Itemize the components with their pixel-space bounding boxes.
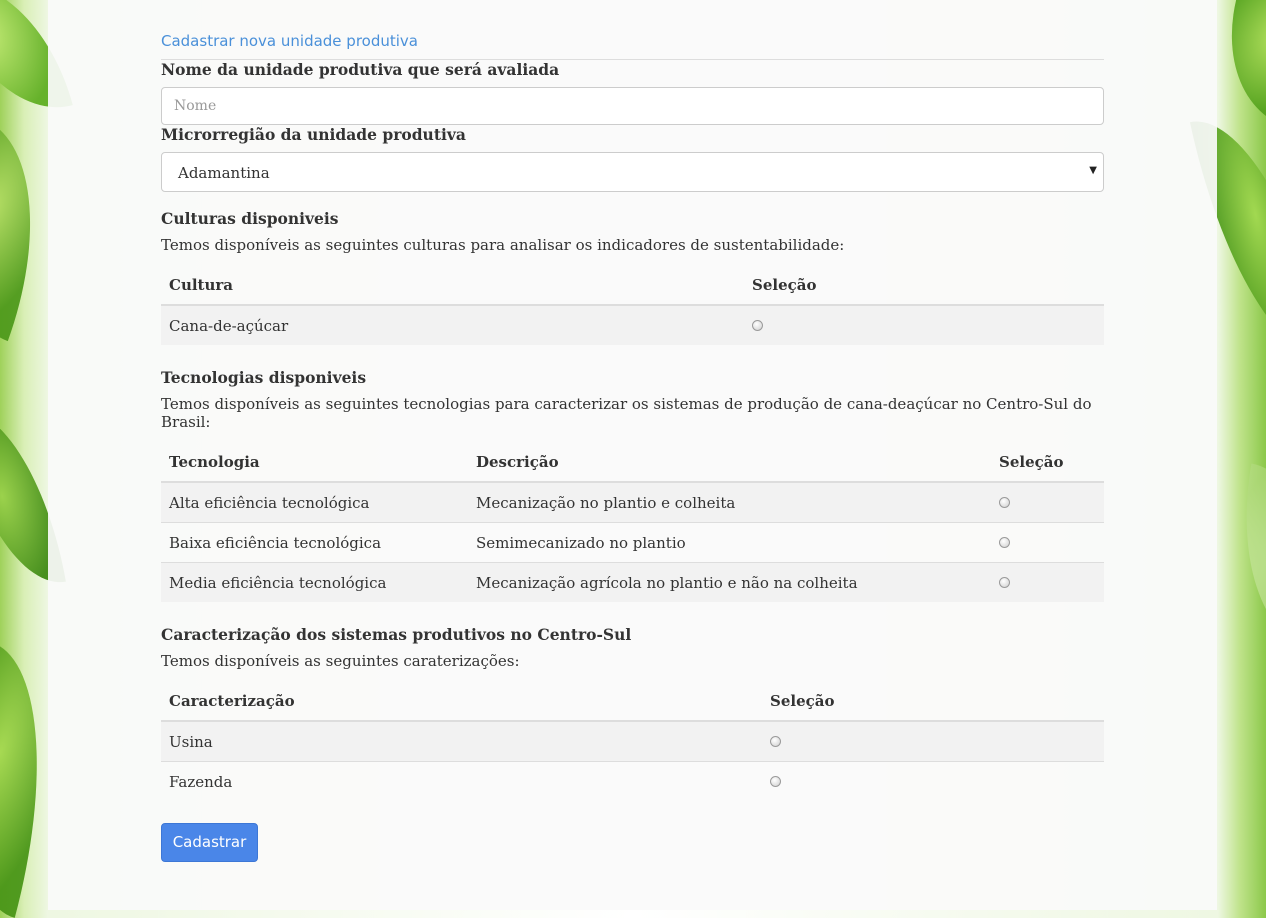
main-container: Cadastrar nova unidade produtiva Nome da… [48,0,1217,910]
selection-cell [991,522,1104,563]
table-header-row: Tecnologia Descrição Seleção [161,443,1104,483]
technologies-description: Temos disponíveis as seguintes tecnologi… [161,395,1092,431]
table-header-row: Cultura Seleção [161,266,1104,306]
selection-cell [991,562,1104,602]
microregion-selected-value: Adamantina [178,164,270,182]
characterization-title: Caracterização dos sistemas produtivos n… [161,625,632,644]
technologies-table: Tecnologia Descrição Seleção Alta eficiê… [161,443,1104,602]
column-header-characterization: Caracterização [161,682,762,722]
characterization-radio[interactable] [770,775,781,787]
characterization-section: Caracterização dos sistemas produtivos n… [161,625,1104,801]
characterization-description: Temos disponíveis as seguintes carateriz… [161,652,520,670]
microregion-label: Microrregião da unidade produtiva [161,125,466,144]
microregion-select[interactable]: Adamantina ▼ [161,152,1104,192]
cultures-section: Culturas disponiveis Temos disponíveis a… [161,209,1104,345]
table-row: Cana-de-açúcar [161,305,1104,345]
technology-cell: Alta eficiência tecnológica [161,482,468,523]
selection-cell [744,305,1104,345]
submit-button[interactable]: Cadastrar [161,823,258,862]
table-row: Fazenda [161,761,1104,801]
characterization-cell: Usina [161,721,762,762]
table-row: Baixa eficiência tecnológica Semimecaniz… [161,522,1104,563]
selection-cell [991,482,1104,523]
description-cell: Semimecanizado no plantio [468,522,991,563]
cultures-title: Culturas disponiveis [161,209,339,228]
characterization-radio[interactable] [770,735,781,747]
technologies-section: Tecnologias disponiveis Temos disponívei… [161,368,1104,602]
technology-radio[interactable] [999,576,1010,588]
table-row: Alta eficiência tecnológica Mecanização … [161,482,1104,523]
column-header-selection: Seleção [991,443,1104,483]
selection-cell [762,761,1104,801]
culture-radio[interactable] [752,319,763,331]
culture-cell: Cana-de-açúcar [161,305,744,345]
technologies-title: Tecnologias disponiveis [161,368,367,387]
cultures-description: Temos disponíveis as seguintes culturas … [161,236,845,254]
column-header-technology: Tecnologia [161,443,468,483]
technology-radio[interactable] [999,496,1010,508]
description-cell: Mecanização no plantio e colheita [468,482,991,523]
column-header-selection: Seleção [762,682,1104,722]
characterization-cell: Fazenda [161,761,762,801]
characterization-table: Caracterização Seleção Usina Fazenda [161,682,1104,801]
technology-cell: Baixa eficiência tecnológica [161,522,468,563]
table-header-row: Caracterização Seleção [161,682,1104,722]
table-row: Usina [161,721,1104,762]
column-header-selection: Seleção [744,266,1104,306]
selection-cell [762,721,1104,762]
technology-radio[interactable] [999,536,1010,548]
leaf-decoration [1221,463,1266,647]
form-content: Cadastrar nova unidade produtiva Nome da… [161,0,1104,862]
column-header-description: Descrição [468,443,991,483]
table-row: Media eficiência tecnológica Mecanização… [161,562,1104,602]
page-title: Cadastrar nova unidade produtiva [161,31,1104,60]
name-field-label: Nome da unidade produtiva que será avali… [161,60,560,79]
description-cell: Mecanização agrícola no plantio e não na… [468,562,991,602]
caret-down-icon: ▼ [1089,165,1097,176]
technology-cell: Media eficiência tecnológica [161,562,468,602]
cultures-table: Cultura Seleção Cana-de-açúcar [161,266,1104,345]
column-header-culture: Cultura [161,266,744,306]
name-input[interactable] [161,87,1104,125]
